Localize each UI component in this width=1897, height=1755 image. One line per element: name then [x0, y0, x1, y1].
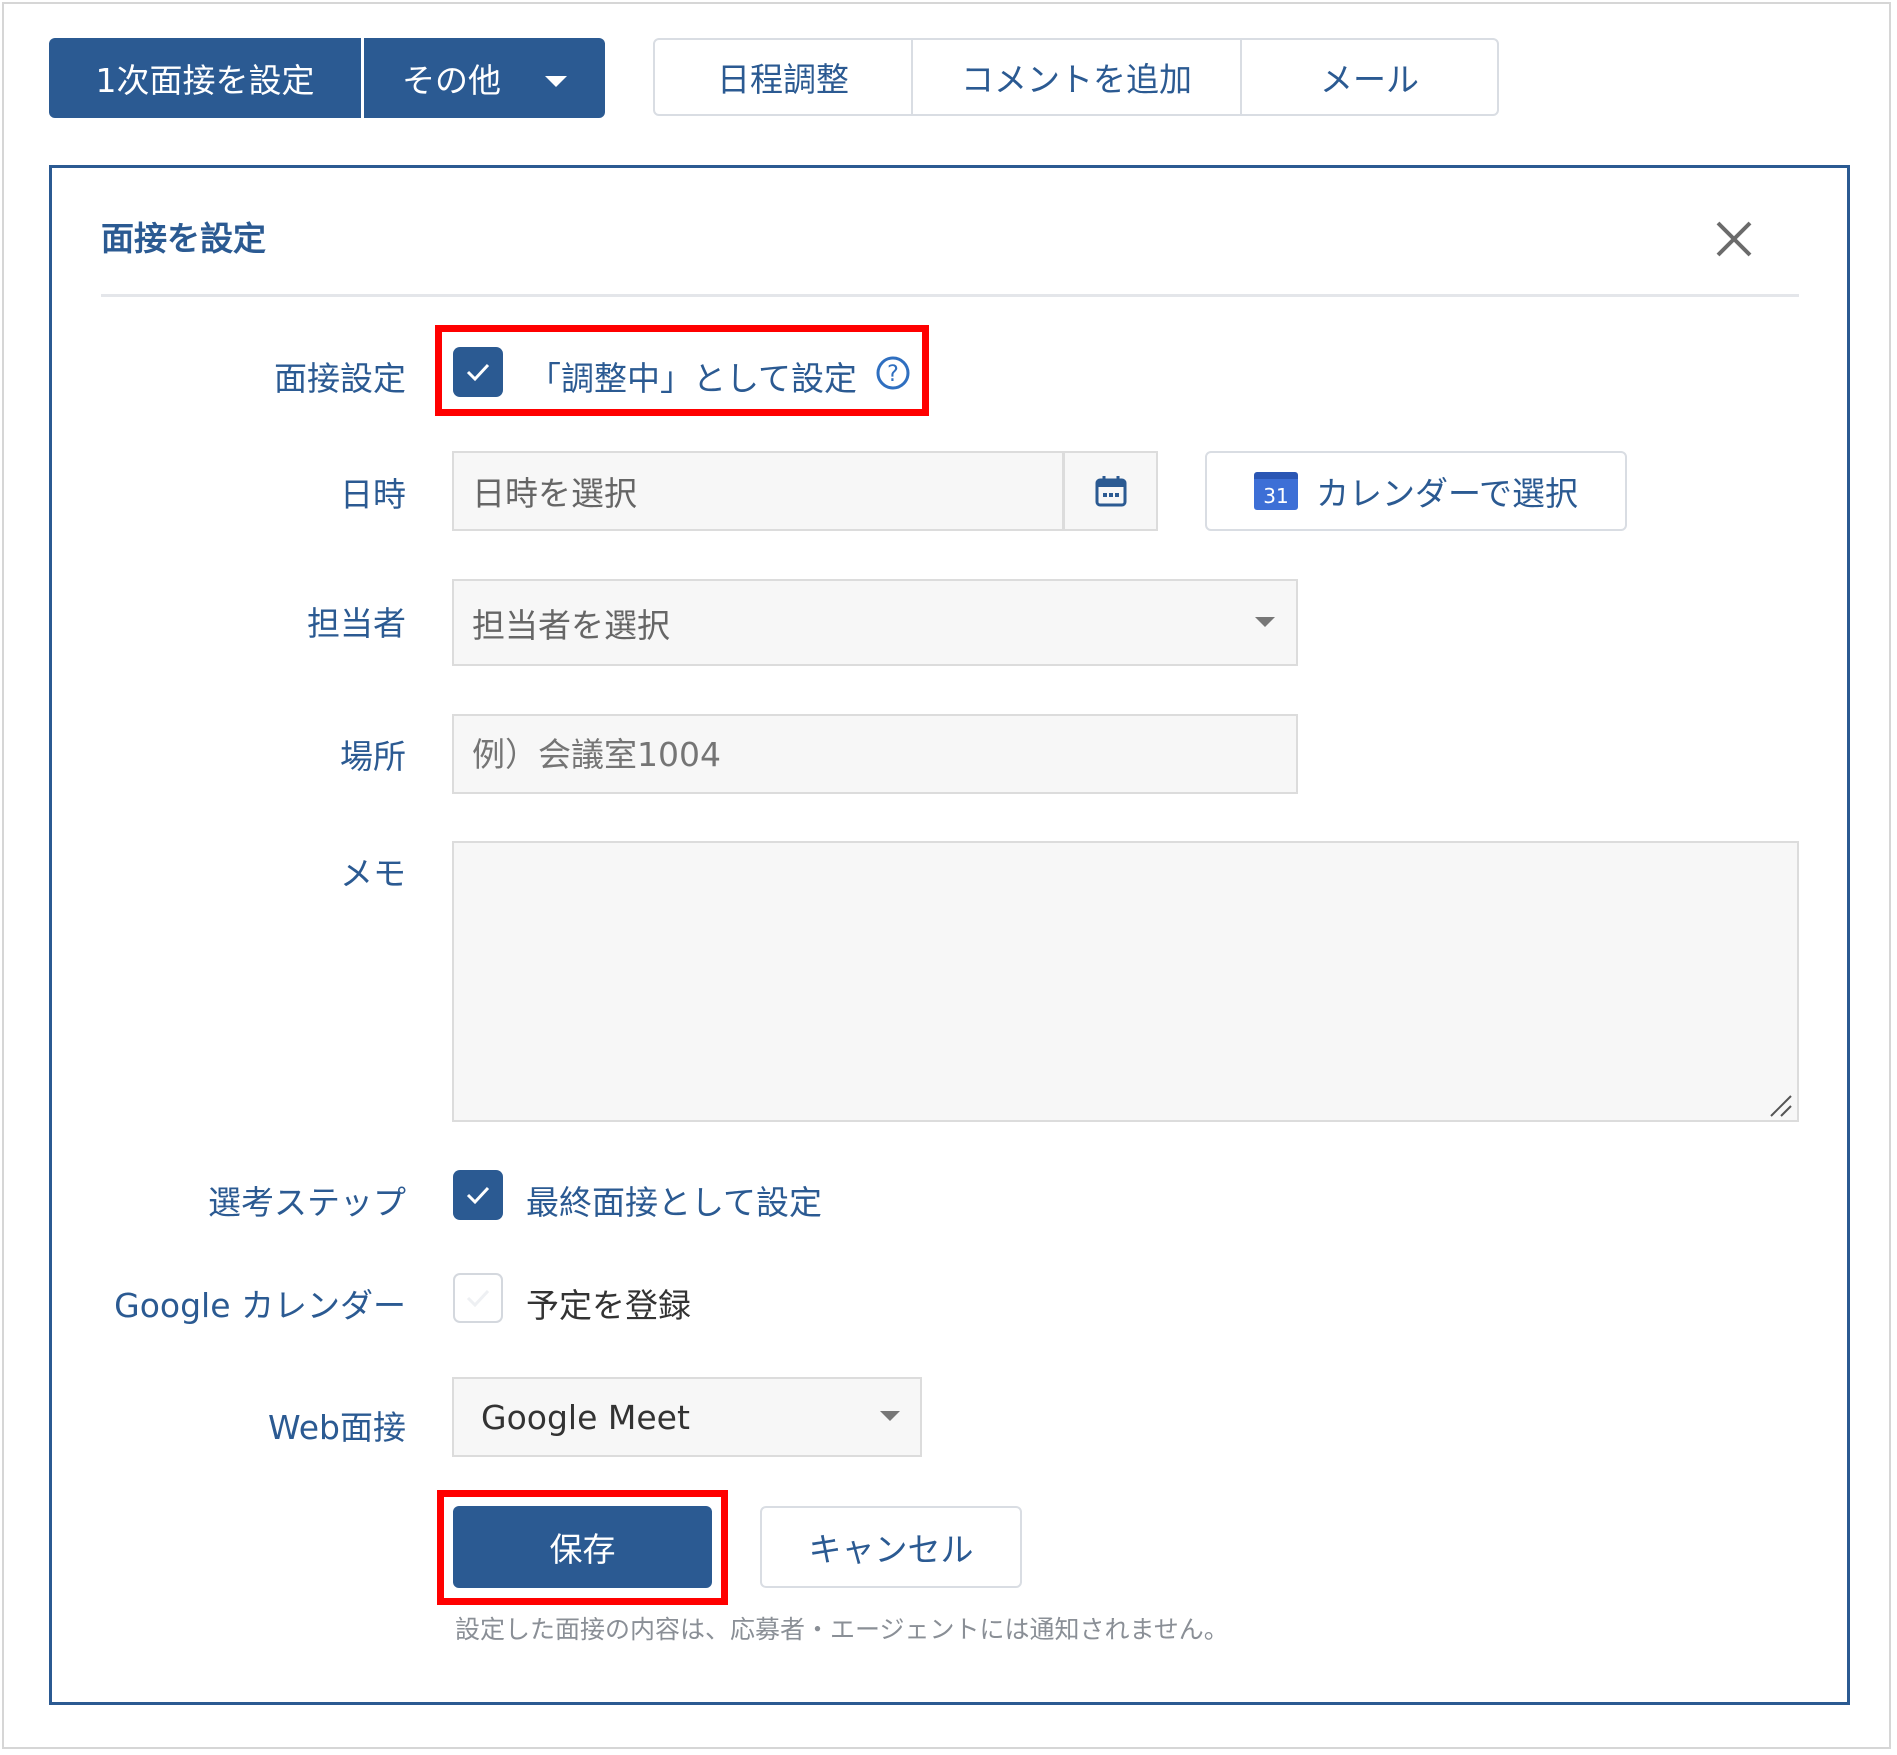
close-icon[interactable]	[1713, 218, 1755, 260]
add-comment-button[interactable]: コメントを追加	[911, 40, 1240, 114]
calendar-select-label: カレンダーで選択	[1315, 474, 1579, 513]
datetime-placeholder: 日時を選択	[472, 474, 637, 513]
checkmark-icon	[466, 1289, 490, 1308]
web-interview-label: Web面接	[268, 1408, 406, 1447]
memo-textarea[interactable]	[452, 841, 1799, 1122]
save-button[interactable]: 保存	[453, 1506, 712, 1588]
register-event-text: 予定を登録	[526, 1286, 691, 1325]
web-interview-selected: Google Meet	[481, 1397, 690, 1437]
mail-button[interactable]: メール	[1240, 40, 1497, 114]
help-icon[interactable]: ?	[875, 355, 911, 391]
selection-step-label: 選考ステップ	[208, 1183, 406, 1222]
person-in-charge-select[interactable]: 担当者を選択	[452, 579, 1298, 666]
final-interview-checkbox[interactable]	[453, 1170, 503, 1220]
google-calendar-icon: 31	[1253, 472, 1298, 510]
final-interview-text: 最終面接として設定	[526, 1183, 823, 1222]
notification-note: 設定した面接の内容は、応募者・エージェントには通知されません。	[455, 1615, 1229, 1644]
svg-text:?: ?	[887, 362, 899, 387]
datetime-label: 日時	[340, 475, 406, 514]
secondary-action-group: 日程調整 コメントを追加 メール	[653, 38, 1499, 116]
person-in-charge-placeholder: 担当者を選択	[472, 605, 670, 645]
interview-setting-label: 面接設定	[274, 359, 406, 398]
schedule-adjust-button[interactable]: 日程調整	[655, 40, 911, 114]
cancel-button[interactable]: キャンセル	[760, 1506, 1022, 1588]
datetime-input[interactable]: 日時を選択	[452, 451, 1064, 531]
location-input[interactable]	[452, 714, 1298, 794]
chevron-down-icon	[1255, 617, 1275, 627]
datetime-picker-button[interactable]	[1063, 451, 1158, 531]
chevron-down-icon	[880, 1411, 900, 1421]
chevron-down-icon	[545, 75, 567, 87]
primary-action-group: 1次面接を設定 その他	[49, 38, 605, 118]
checkmark-icon	[466, 1186, 490, 1205]
checkmark-icon	[466, 363, 490, 382]
title-divider	[101, 294, 1799, 297]
web-interview-select[interactable]: Google Meet	[452, 1377, 922, 1457]
pending-status-text: 「調整中」として設定	[528, 359, 858, 398]
calendar-select-button[interactable]: 31 カレンダーで選択	[1205, 451, 1627, 531]
calendar-icon	[1095, 476, 1126, 507]
location-label: 場所	[340, 737, 406, 776]
register-event-checkbox[interactable]	[453, 1273, 503, 1323]
set-first-interview-button[interactable]: 1次面接を設定	[49, 38, 361, 118]
memo-label: メモ	[340, 854, 406, 893]
google-calendar-label: Google カレンダー	[114, 1286, 406, 1325]
resize-handle-icon[interactable]	[1767, 1092, 1793, 1118]
other-dropdown-button[interactable]: その他	[364, 38, 605, 118]
person-in-charge-label: 担当者	[307, 604, 406, 643]
other-button-label: その他	[402, 61, 501, 100]
pending-status-checkbox[interactable]	[453, 347, 503, 397]
panel-title: 面接を設定	[101, 219, 266, 258]
